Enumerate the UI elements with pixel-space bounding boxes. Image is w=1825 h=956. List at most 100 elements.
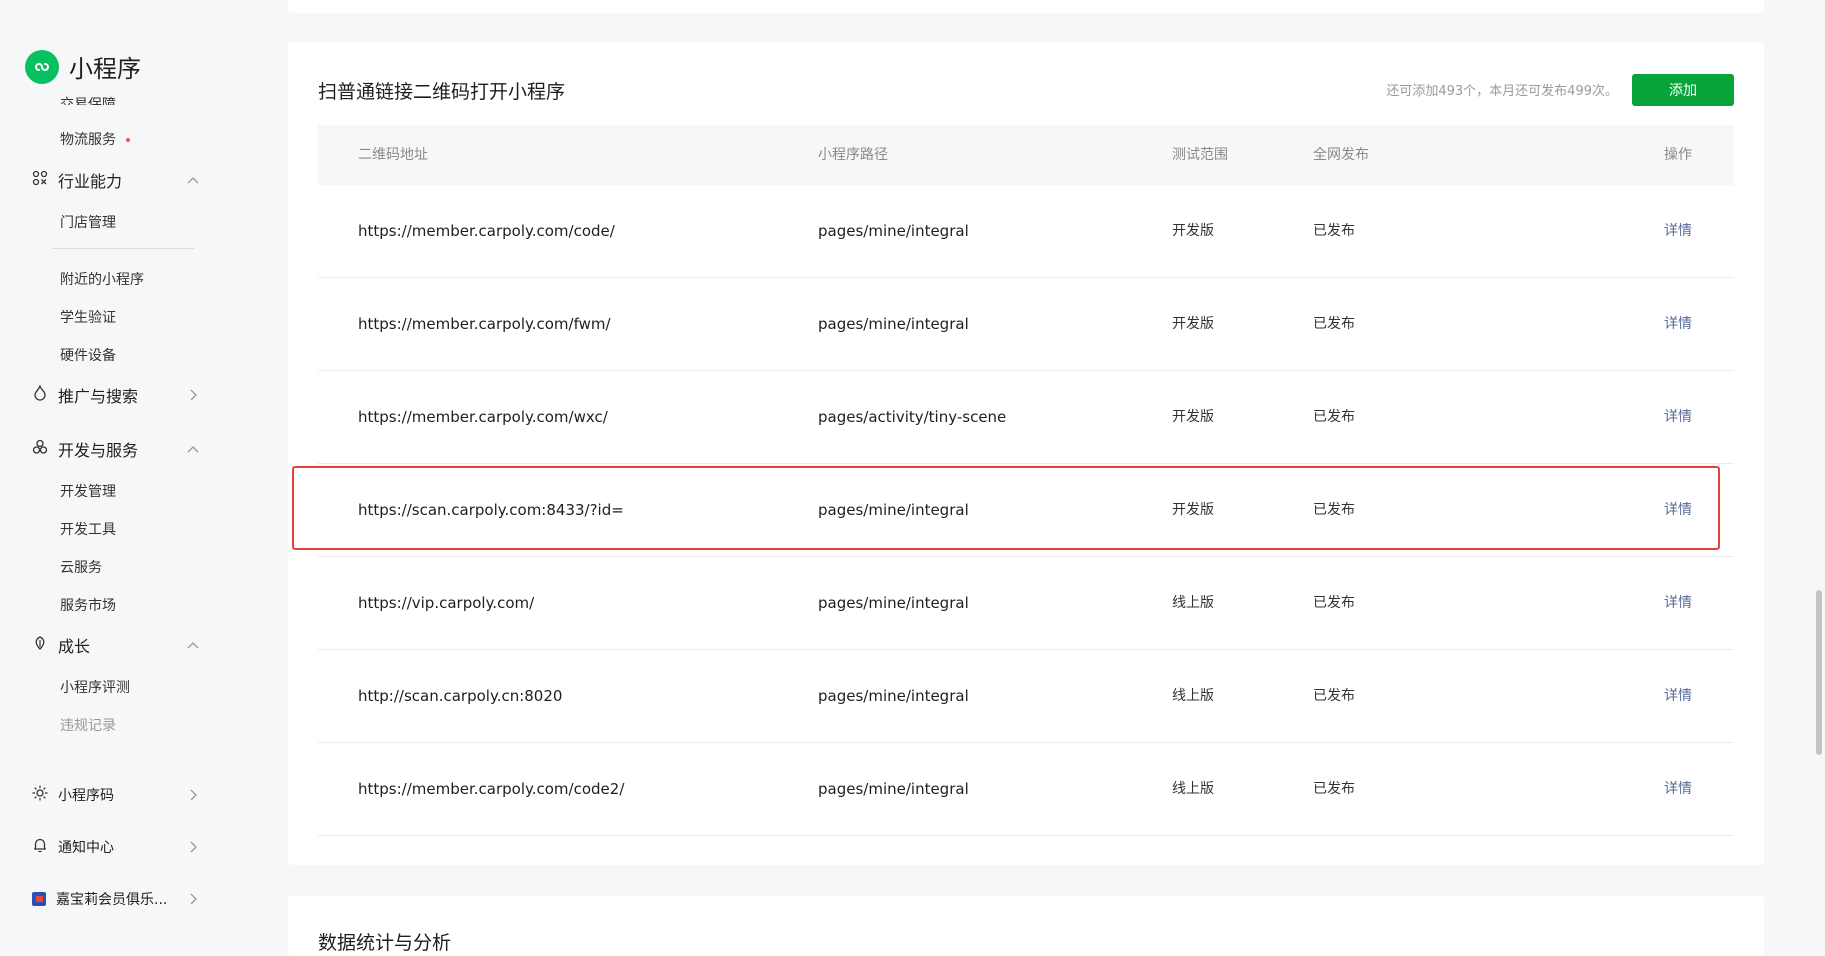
column-header-path: 小程序路径	[818, 147, 888, 163]
column-header-scope: 测试范围	[1172, 147, 1228, 163]
dev-service-icon	[32, 439, 48, 459]
growth-icon	[32, 635, 48, 655]
previous-section-card	[288, 0, 1764, 13]
mini-program-path: pages/mine/integral	[818, 501, 969, 519]
scrollbar-thumb[interactable]	[1816, 590, 1822, 755]
chevron-up-icon	[186, 173, 200, 187]
sidebar: 小程序 交易保障 物流服务 行业能力 门店管理 附近的小程序 学生验证 硬件设备…	[0, 0, 232, 934]
table-row: https://member.carpoly.com/fwm/ pages/mi…	[318, 278, 1734, 371]
detail-link[interactable]: 详情	[1664, 650, 1692, 742]
publish-status: 已发布	[1313, 502, 1355, 518]
sidebar-item-evaluation[interactable]: 小程序评测	[60, 677, 130, 697]
publish-status: 已发布	[1313, 688, 1355, 704]
sidebar-item-dev-manage[interactable]: 开发管理	[60, 481, 116, 501]
sidebar-group-growth[interactable]: 成长	[32, 633, 200, 657]
qr-url: https://vip.carpoly.com/	[358, 594, 535, 612]
sidebar-group-dev[interactable]: 开发与服务	[32, 437, 200, 461]
table-row: https://member.carpoly.com/code2/ pages/…	[318, 743, 1734, 836]
chevron-up-icon	[186, 442, 200, 456]
sidebar-item-trade-guarantee[interactable]: 交易保障	[60, 91, 116, 105]
test-scope: 线上版	[1172, 781, 1214, 797]
new-badge-dot	[126, 138, 130, 142]
sidebar-item-violations[interactable]: 违规记录	[60, 715, 116, 735]
chevron-right-icon	[186, 388, 200, 402]
sidebar-item-label: 小程序码	[58, 788, 114, 804]
table-header: 二维码地址 小程序路径 测试范围 全网发布 操作	[318, 125, 1734, 185]
sidebar-item-label: 通知中心	[58, 840, 114, 856]
table-row: http://scan.carpoly.cn:8020 pages/mine/i…	[318, 650, 1734, 743]
qr-url: http://scan.carpoly.cn:8020	[358, 687, 563, 705]
brand[interactable]: 小程序	[25, 49, 141, 84]
account-avatar-icon	[32, 892, 46, 906]
sidebar-item-store[interactable]: 门店管理	[60, 212, 116, 232]
table-row: https://vip.carpoly.com/ pages/mine/inte…	[318, 557, 1734, 650]
sidebar-item-student[interactable]: 学生验证	[60, 307, 116, 327]
qr-url: https://member.carpoly.com/wxc/	[358, 408, 608, 426]
column-header-action: 操作	[1664, 147, 1692, 163]
test-scope: 线上版	[1172, 688, 1214, 704]
mini-program-path: pages/mine/integral	[818, 687, 969, 705]
section-title: 扫普通链接二维码打开小程序	[318, 81, 566, 103]
publish-status: 已发布	[1313, 595, 1355, 611]
sidebar-item-notify[interactable]: 通知中心	[32, 835, 200, 859]
detail-link[interactable]: 详情	[1664, 464, 1692, 556]
sidebar-group-label: 推广与搜索	[58, 387, 139, 406]
detail-link[interactable]: 详情	[1664, 185, 1692, 277]
chevron-right-icon	[186, 840, 200, 854]
table-row-highlighted: https://scan.carpoly.com:8433/?id= pages…	[318, 464, 1734, 557]
mini-program-path: pages/activity/tiny-scene	[818, 408, 1007, 426]
qr-url: https://member.carpoly.com/fwm/	[358, 315, 611, 333]
column-header-url: 二维码地址	[358, 147, 428, 163]
publish-status: 已发布	[1313, 781, 1355, 797]
test-scope: 开发版	[1172, 409, 1214, 425]
industry-icon	[32, 170, 48, 190]
data-stats-section: 数据统计与分析	[288, 896, 1764, 956]
mini-program-path: pages/mine/integral	[818, 222, 969, 240]
qr-link-section: 扫普通链接二维码打开小程序 还可添加493个，本月还可发布499次。 添加 二维…	[288, 42, 1764, 865]
page-scrollbar[interactable]	[1811, 0, 1825, 934]
app-name: 小程序	[69, 55, 141, 83]
add-button[interactable]: 添加	[1632, 74, 1734, 106]
section-title: 数据统计与分析	[318, 932, 452, 954]
mini-program-path: pages/mine/integral	[818, 780, 969, 798]
bell-icon	[32, 837, 48, 857]
sidebar-group-promotion[interactable]: 推广与搜索	[32, 383, 200, 407]
sidebar-item-nearby[interactable]: 附近的小程序	[60, 269, 144, 289]
publish-status: 已发布	[1313, 316, 1355, 332]
sidebar-group-industry[interactable]: 行业能力	[32, 168, 200, 192]
sidebar-group-label: 成长	[58, 637, 91, 656]
sun-icon	[32, 785, 48, 805]
qr-url: https://member.carpoly.com/code/	[358, 222, 615, 240]
sidebar-item-dev-tools[interactable]: 开发工具	[60, 519, 116, 539]
chevron-right-icon	[186, 788, 200, 802]
detail-link[interactable]: 详情	[1664, 743, 1692, 835]
sidebar-item-hardware[interactable]: 硬件设备	[60, 345, 116, 365]
flame-icon	[32, 383, 48, 405]
mini-program-path: pages/mine/integral	[818, 594, 969, 612]
quota-text: 还可添加493个，本月还可发布499次。	[1386, 84, 1618, 99]
sidebar-divider	[52, 248, 194, 249]
test-scope: 开发版	[1172, 316, 1214, 332]
test-scope: 开发版	[1172, 223, 1214, 239]
sidebar-item-cloud[interactable]: 云服务	[60, 557, 102, 577]
detail-link[interactable]: 详情	[1664, 557, 1692, 649]
table-row: https://member.carpoly.com/code/ pages/m…	[318, 185, 1734, 278]
chevron-up-icon	[186, 638, 200, 652]
mini-program-path: pages/mine/integral	[818, 315, 969, 333]
qr-url: https://member.carpoly.com/code2/	[358, 780, 625, 798]
detail-link[interactable]: 详情	[1664, 371, 1692, 463]
mini-program-logo-icon	[25, 49, 59, 84]
sidebar-item-market[interactable]: 服务市场	[60, 595, 116, 615]
column-header-publish: 全网发布	[1313, 147, 1369, 163]
sidebar-group-label: 开发与服务	[58, 441, 139, 460]
sidebar-group-label: 行业能力	[58, 172, 123, 191]
sidebar-item-account[interactable]: 嘉宝莉会员俱乐...	[32, 887, 200, 911]
table-body: https://member.carpoly.com/code/ pages/m…	[318, 185, 1734, 836]
chevron-right-icon	[186, 892, 200, 906]
detail-link[interactable]: 详情	[1664, 278, 1692, 370]
sidebar-item-qrcode[interactable]: 小程序码	[32, 783, 200, 807]
publish-status: 已发布	[1313, 409, 1355, 425]
test-scope: 线上版	[1172, 595, 1214, 611]
publish-status: 已发布	[1313, 223, 1355, 239]
sidebar-item-logistics[interactable]: 物流服务	[60, 129, 130, 149]
